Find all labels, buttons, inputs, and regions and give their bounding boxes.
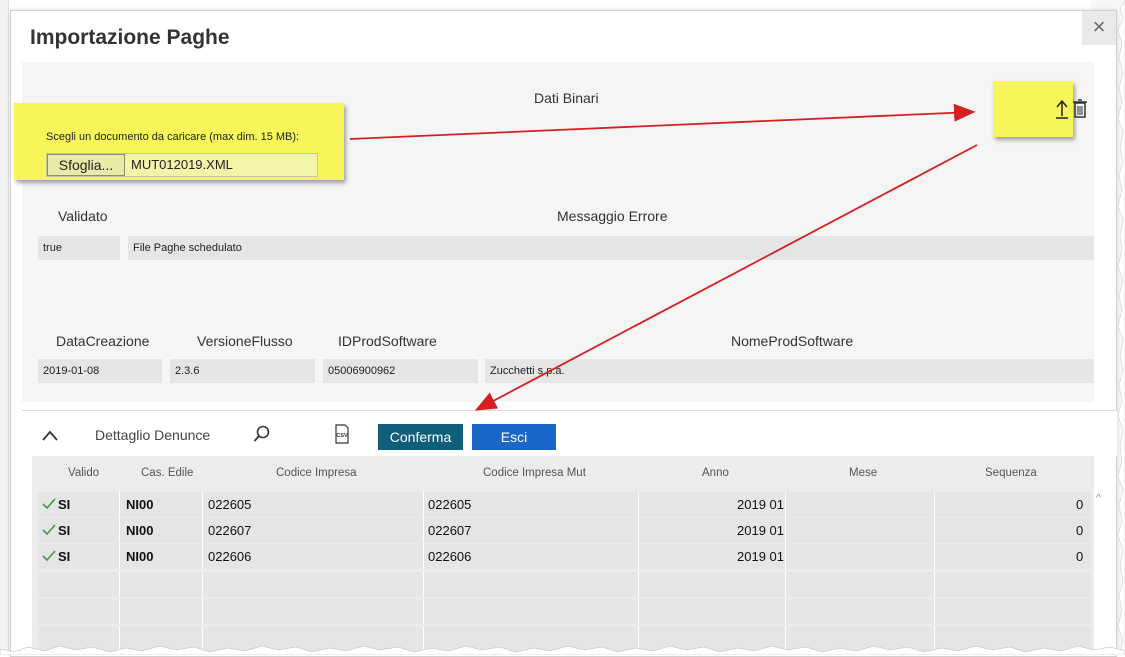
column-header-codice-impresa[interactable]: Codice Impresa (276, 467, 357, 479)
column-header-cas-edile[interactable]: Cas. Edile (141, 467, 193, 479)
table-row[interactable]: SI NI00 022605 022605 2019 01 0 (38, 492, 1091, 517)
validato-label: Validato (58, 208, 108, 224)
cell-codice-impresa-mut: 022605 (428, 497, 472, 512)
cell-valido: SI (58, 497, 71, 512)
cell-sequenza: 0 (1076, 523, 1084, 538)
versione-flusso-field: 2.3.6 (170, 359, 315, 383)
close-icon[interactable]: × (1082, 11, 1116, 45)
cell-codice-impresa: 022607 (208, 523, 252, 538)
upload-prompt-label: Scegli un documento da caricare (max dim… (46, 131, 300, 143)
check-icon (42, 524, 56, 536)
nome-prod-software-field: Zucchetti s.p.a. (485, 359, 1094, 383)
column-header-valido[interactable]: Valido (68, 467, 99, 479)
upload-arrow-icon[interactable] (1056, 99, 1068, 119)
csv-export-icon[interactable]: CSV (334, 424, 350, 444)
column-header-mese[interactable]: Mese (849, 467, 877, 479)
cell-codice-impresa-mut: 022607 (428, 523, 472, 538)
cell-valido: SI (58, 523, 71, 538)
column-header-codice-impresa-mut[interactable]: Codice Impresa Mut (483, 467, 586, 479)
cell-anno-mese: 2019 01 (737, 549, 784, 564)
nome-prod-software-label: NomeProdSoftware (731, 333, 854, 349)
id-prod-software-field: 05006900962 (323, 359, 478, 383)
background-left-panel (0, 0, 9, 655)
upload-actions (1055, 97, 1091, 126)
cell-anno-mese: 2019 01 (737, 497, 784, 512)
cell-codice-impresa-mut: 022606 (428, 549, 472, 564)
check-icon (42, 550, 56, 562)
data-creazione-field: 2019-01-08 (38, 359, 162, 383)
empty-row (38, 572, 1091, 597)
check-icon (42, 498, 56, 510)
column-header-anno[interactable]: Anno (702, 467, 729, 479)
search-icon[interactable] (252, 424, 272, 444)
data-creazione-label: DataCreazione (56, 333, 150, 349)
cell-valido: SI (58, 549, 71, 564)
cell-anno-mese: 2019 01 (737, 523, 784, 538)
table-row[interactable]: SI NI00 022606 022606 2019 01 0 (38, 544, 1091, 569)
svg-text:CSV: CSV (336, 433, 348, 439)
browse-button[interactable]: Sfoglia... (47, 154, 125, 176)
section-title: Dettaglio Denunce (95, 427, 211, 443)
torn-edge-right (1117, 0, 1125, 655)
versione-flusso-label: VersioneFlusso (197, 333, 293, 349)
table-row[interactable]: SI NI00 022607 022607 2019 01 0 (38, 518, 1091, 543)
chevron-up-icon[interactable] (40, 428, 60, 442)
validato-field: true (38, 236, 120, 260)
id-prod-software-label: IDProdSoftware (338, 333, 437, 349)
messaggio-errore-field: File Paghe schedulato (128, 236, 1094, 260)
scroll-up-icon[interactable]: ^ (1096, 492, 1101, 504)
trash-icon[interactable] (1073, 99, 1087, 118)
cell-codice-impresa: 022605 (208, 497, 252, 512)
cell-cas-edile: NI00 (126, 497, 154, 512)
cell-sequenza: 0 (1076, 549, 1084, 564)
messaggio-errore-label: Messaggio Errore (557, 208, 668, 224)
torn-edge-bottom (0, 645, 1125, 655)
file-input[interactable]: Sfoglia... MUT012019.XML (46, 153, 318, 177)
dialog-title: Importazione Paghe (30, 26, 230, 49)
cell-cas-edile: NI00 (126, 523, 154, 538)
column-header-sequenza[interactable]: Sequenza (985, 467, 1037, 479)
confirm-button[interactable]: Conferma (378, 424, 463, 450)
exit-button[interactable]: Esci (472, 424, 556, 450)
cell-codice-impresa: 022606 (208, 549, 252, 564)
file-name-text: MUT012019.XML (131, 157, 233, 172)
cell-sequenza: 0 (1076, 497, 1084, 512)
dati-binari-label: Dati Binari (534, 90, 599, 106)
cell-cas-edile: NI00 (126, 549, 154, 564)
empty-row (38, 599, 1091, 624)
